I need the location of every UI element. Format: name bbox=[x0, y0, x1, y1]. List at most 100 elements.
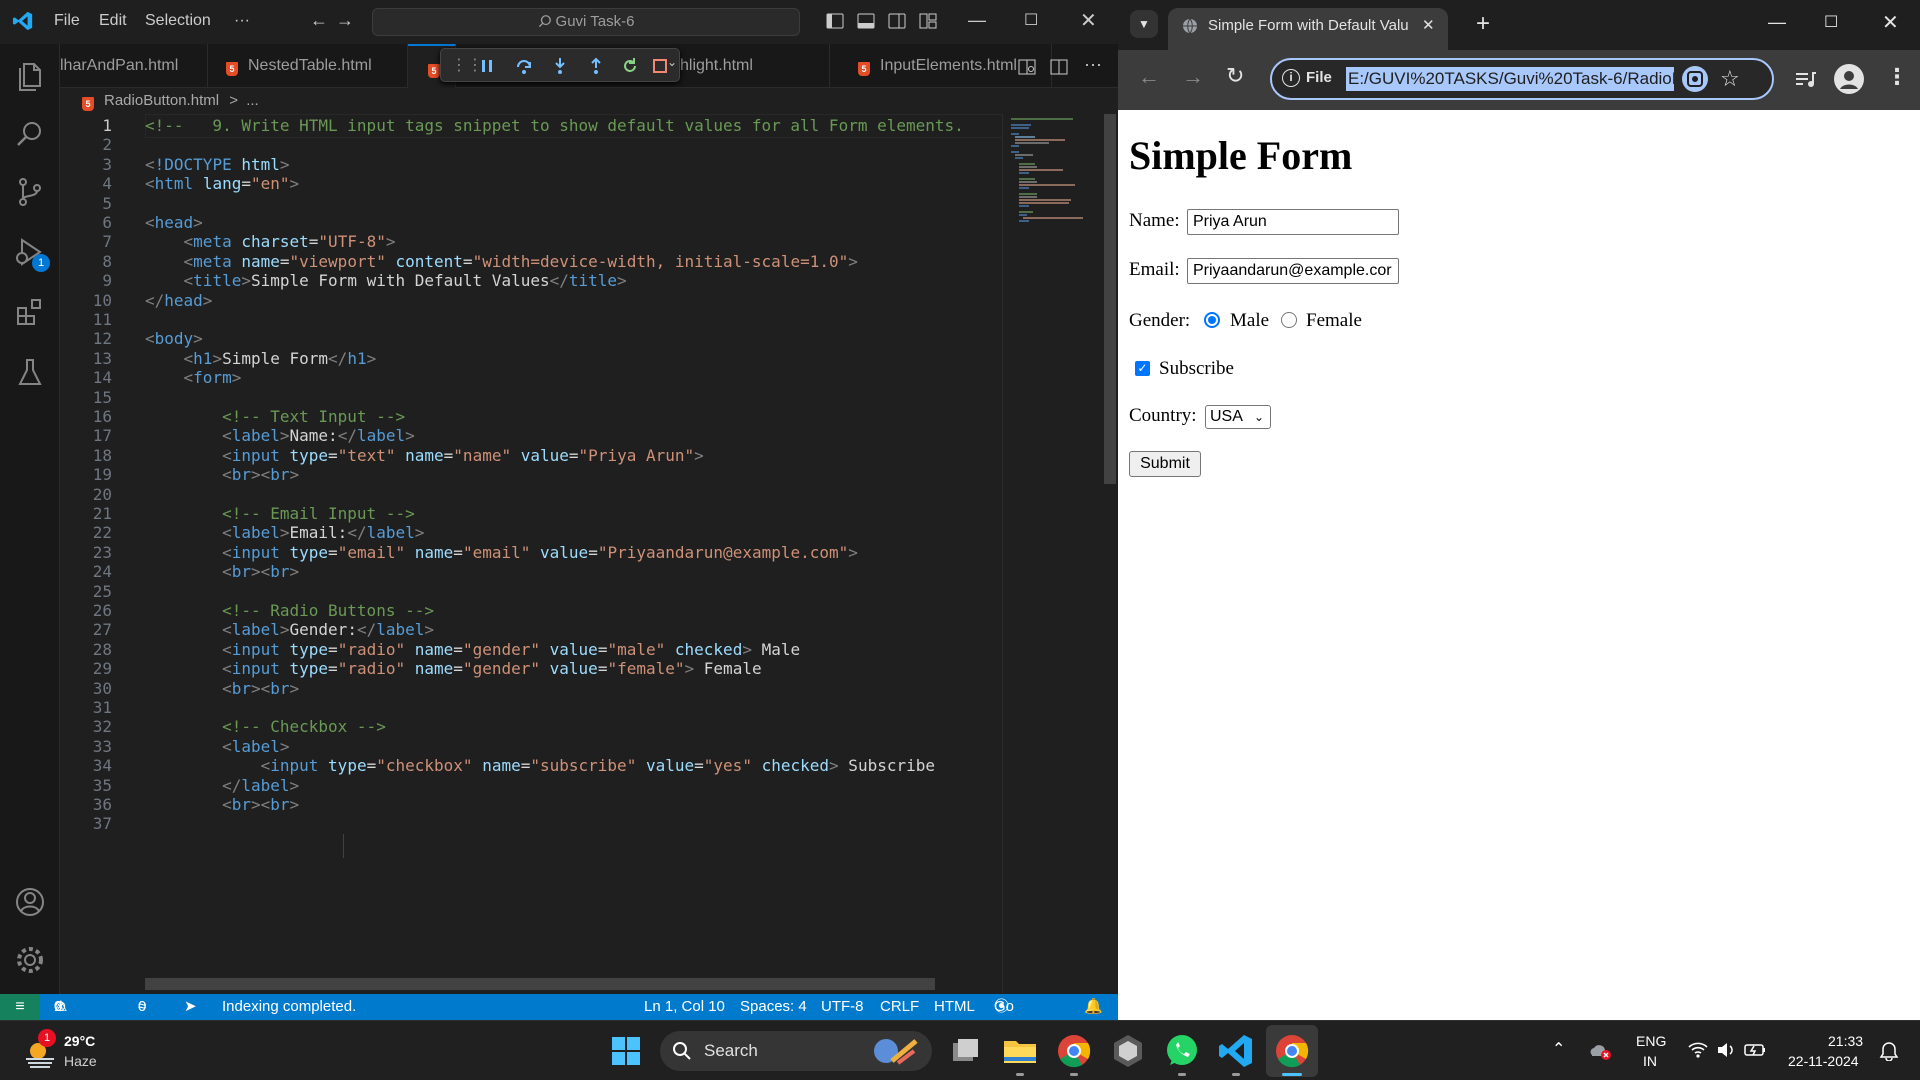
onedrive-error-icon[interactable] bbox=[1588, 1041, 1612, 1061]
code-token: label bbox=[231, 523, 280, 543]
pause-icon[interactable] bbox=[479, 58, 495, 74]
url-text[interactable]: E:/GUVI%20TASKS/Guvi%20Task-6/RadioBu bbox=[1346, 67, 1674, 91]
search-icon[interactable] bbox=[12, 116, 48, 152]
toggle-primary-sidebar-icon[interactable] bbox=[826, 12, 844, 30]
remote-indicator-icon[interactable]: ≡ bbox=[0, 994, 40, 1020]
step-out-icon[interactable] bbox=[587, 57, 605, 75]
reload-icon[interactable]: ↻ bbox=[1226, 63, 1244, 89]
explorer-icon[interactable] bbox=[12, 58, 48, 94]
toggle-secondary-sidebar-icon[interactable] bbox=[888, 12, 906, 30]
minimap[interactable] bbox=[1002, 114, 1100, 994]
breadcrumb-more[interactable]: ... bbox=[246, 92, 259, 109]
task-view-icon[interactable] bbox=[945, 1031, 985, 1071]
editor-horizontal-scrollbar[interactable] bbox=[145, 978, 935, 990]
tab-nested-table[interactable]: 5 NestedTable.html bbox=[208, 44, 408, 88]
notifications-bell-icon[interactable]: 🔔 bbox=[1084, 994, 1103, 1020]
extensions-icon[interactable] bbox=[12, 294, 48, 330]
menu-file[interactable]: File bbox=[54, 12, 80, 30]
media-playlist-icon[interactable] bbox=[1794, 70, 1816, 90]
cursor-position[interactable]: Ln 1, Col 10 bbox=[644, 994, 725, 1020]
step-into-icon[interactable] bbox=[551, 57, 569, 75]
tab-aadhar-pan[interactable]: lharAndPan.html bbox=[60, 44, 208, 88]
subscribe-checkbox[interactable]: ✓ bbox=[1135, 361, 1150, 376]
code-token: > bbox=[414, 523, 425, 543]
language-top[interactable]: ENG bbox=[1636, 1033, 1666, 1049]
back-arrow-icon[interactable]: ← bbox=[1138, 64, 1160, 90]
female-radio[interactable] bbox=[1281, 312, 1297, 328]
settings-gear-icon[interactable] bbox=[12, 942, 48, 978]
menu-edit[interactable]: Edit bbox=[99, 12, 127, 30]
wifi-icon[interactable] bbox=[1688, 1041, 1708, 1059]
windows-start-icon[interactable] bbox=[606, 1031, 646, 1071]
chrome-icon[interactable] bbox=[1054, 1031, 1094, 1071]
customize-layout-icon[interactable] bbox=[919, 12, 937, 30]
toggle-panel-icon[interactable] bbox=[857, 12, 875, 30]
chrome-menu-icon[interactable]: ⋮ bbox=[1886, 64, 1908, 90]
tab-close-icon[interactable]: ✕ bbox=[1422, 8, 1435, 44]
vscode-maximize-icon[interactable]: ☐ bbox=[1024, 10, 1038, 30]
code-editor[interactable]: 1 <!-- 9. Write HTML input tags snippet t… bbox=[60, 114, 1062, 994]
forward-arrow-icon[interactable]: → bbox=[1182, 64, 1204, 90]
new-tab-icon[interactable]: + bbox=[1476, 10, 1490, 38]
vscode-taskbar-icon[interactable] bbox=[1216, 1031, 1256, 1071]
menu-selection[interactable]: Selection bbox=[145, 12, 211, 30]
line-number: 11 bbox=[92, 310, 112, 329]
command-center[interactable]: Guvi Task-6 bbox=[372, 8, 800, 36]
code-token: meta bbox=[193, 232, 232, 252]
address-bar[interactable]: i File E:/GUVI%20TASKS/Guvi%20Task-6/Rad… bbox=[1270, 58, 1774, 100]
vscode-minimize-icon[interactable]: — bbox=[968, 10, 986, 31]
info-icon[interactable]: i bbox=[1282, 69, 1300, 87]
end-of-line[interactable]: CRLF bbox=[880, 994, 919, 1020]
chrome-close-icon[interactable]: ✕ bbox=[1882, 10, 1899, 35]
live-share-icon[interactable]: ➤ bbox=[184, 994, 197, 1020]
file-explorer-icon[interactable] bbox=[1000, 1031, 1040, 1071]
notification-bell-icon[interactable] bbox=[1878, 1041, 1900, 1061]
chrome-taskbar-active[interactable] bbox=[1266, 1025, 1318, 1077]
volume-icon[interactable] bbox=[1716, 1041, 1736, 1059]
tab-highlight[interactable]: hlight.html bbox=[680, 44, 830, 88]
chevron-down-icon[interactable]: ⌄ bbox=[667, 55, 677, 69]
code-token: Subscribe bbox=[838, 756, 935, 776]
submit-button[interactable]: Submit bbox=[1129, 451, 1201, 477]
unity-hub-icon[interactable] bbox=[1108, 1031, 1148, 1071]
male-radio[interactable] bbox=[1204, 312, 1220, 328]
split-editor-icon[interactable] bbox=[1050, 58, 1068, 76]
whatsapp-icon[interactable] bbox=[1162, 1031, 1202, 1071]
country-label: Country: bbox=[1129, 405, 1197, 426]
clock-date[interactable]: 22-11-2024 bbox=[1788, 1053, 1859, 1069]
nav-forward-icon[interactable]: → bbox=[336, 10, 354, 31]
restart-icon[interactable] bbox=[621, 57, 639, 75]
weather-widget[interactable]: 1 bbox=[20, 1029, 60, 1071]
show-hidden-icons-chevron[interactable]: ⌃ bbox=[1552, 1039, 1565, 1059]
battery-charging-icon[interactable] bbox=[1744, 1041, 1766, 1059]
open-preview-icon[interactable] bbox=[1018, 58, 1036, 76]
editor-vertical-scrollbar[interactable] bbox=[1104, 114, 1116, 484]
accounts-icon[interactable] bbox=[12, 884, 48, 920]
bookmark-star-icon[interactable]: ☆ bbox=[1720, 66, 1740, 92]
name-input[interactable]: Priya Arun bbox=[1187, 209, 1399, 235]
source-control-icon[interactable] bbox=[12, 174, 48, 210]
step-over-icon[interactable] bbox=[515, 57, 533, 75]
tab-search-chevron-icon[interactable]: ▼ bbox=[1130, 10, 1158, 38]
language-mode[interactable]: HTML bbox=[934, 994, 975, 1020]
clock-time[interactable]: 21:33 bbox=[1828, 1033, 1863, 1049]
testing-flask-icon[interactable] bbox=[12, 354, 48, 390]
breadcrumb-file[interactable]: RadioButton.html bbox=[104, 92, 219, 109]
indentation[interactable]: Spaces: 4 bbox=[740, 994, 807, 1020]
profile-avatar[interactable] bbox=[1834, 64, 1864, 94]
email-input[interactable]: Priyaandarun@example.cor bbox=[1187, 258, 1399, 284]
code-token: >< bbox=[250, 795, 271, 814]
more-actions-icon[interactable]: ··· bbox=[1084, 54, 1102, 75]
encoding[interactable]: UTF-8 bbox=[821, 994, 864, 1020]
line-number: 31 bbox=[92, 698, 112, 717]
google-lens-icon[interactable] bbox=[1682, 66, 1708, 92]
menu-more[interactable]: ··· bbox=[234, 12, 250, 30]
chrome-tab-active[interactable]: Simple Form with Default Value ✕ bbox=[1168, 8, 1448, 50]
code-line: <br><br> bbox=[145, 795, 299, 814]
nav-back-icon[interactable]: ← bbox=[310, 10, 328, 31]
chrome-maximize-icon[interactable]: ☐ bbox=[1824, 12, 1838, 32]
chrome-minimize-icon[interactable]: — bbox=[1768, 12, 1786, 33]
vscode-close-icon[interactable]: ✕ bbox=[1080, 8, 1097, 33]
country-select[interactable]: USA ⌄ bbox=[1205, 405, 1271, 429]
taskbar-search-box[interactable]: Search bbox=[660, 1031, 932, 1071]
